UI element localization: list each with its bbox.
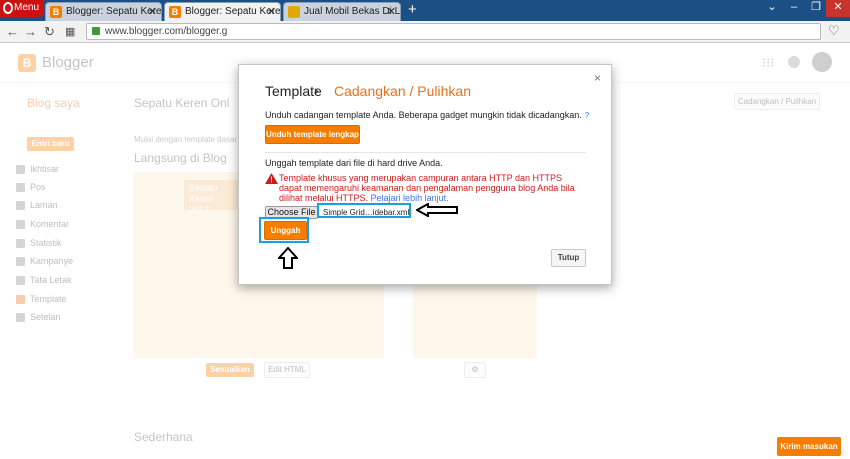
- blog-title: Sepatu Keren Onl: [134, 96, 230, 110]
- blogger-logo-icon: B: [18, 54, 36, 72]
- live-on-blog-label: Langsung di Blog: [134, 151, 227, 165]
- notifications-icon[interactable]: [788, 56, 800, 68]
- campaign-icon: [16, 257, 25, 266]
- opera-menu-button[interactable]: Menu: [0, 0, 44, 17]
- learn-more-link[interactable]: Pelajari lebih lanjut.: [371, 193, 449, 203]
- bookmark-heart-icon[interactable]: ♡: [828, 23, 840, 39]
- apps-grid-icon[interactable]: ⁝⁝⁝: [762, 55, 774, 71]
- pie-chart-icon: [16, 239, 25, 248]
- preview-blog-title: Sepatu Keren 2017: [184, 180, 244, 215]
- customize-button[interactable]: Sesuaikan: [206, 363, 254, 377]
- wrench-icon: [16, 313, 25, 322]
- page-icon: [16, 201, 25, 210]
- speed-dial-icon[interactable]: ▦: [65, 25, 75, 38]
- close-icon[interactable]: ×: [594, 71, 601, 85]
- sidebar-item-setelan[interactable]: Setelan: [16, 312, 61, 322]
- up-arrow-annotation-icon: [278, 247, 298, 269]
- intro-text: Mulai dengan template dasar: [134, 135, 238, 144]
- sidebar-item-pos[interactable]: Pos: [16, 182, 46, 192]
- close-tab-icon[interactable]: ✕: [267, 5, 276, 18]
- send-feedback-button[interactable]: Kirim masukan: [777, 437, 841, 456]
- warning-icon: [265, 173, 278, 184]
- sidebar-item-statistik[interactable]: Statistik: [16, 238, 62, 248]
- lock-icon: [92, 27, 100, 35]
- blogger-favicon-icon: B: [169, 6, 181, 18]
- header-backup-button[interactable]: Cadangkan / Pulihkan: [734, 93, 820, 110]
- minimize-icon[interactable]: –: [784, 0, 804, 17]
- upload-description: Unggah template dari file di hard drive …: [265, 158, 443, 168]
- close-window-icon[interactable]: ✕: [826, 0, 850, 17]
- url-input[interactable]: www.blogger.com/blogger.g: [86, 23, 821, 40]
- sidebar-item-template[interactable]: Template: [16, 294, 67, 304]
- close-tab-icon[interactable]: ✕: [387, 5, 396, 18]
- reload-icon[interactable]: ↻: [44, 24, 55, 40]
- browser-tab[interactable]: Jual Mobil Bekas Di Lampu ✕: [283, 2, 401, 21]
- tab-menu-icon[interactable]: ⌄: [762, 0, 782, 17]
- browser-tab[interactable]: B Blogger: Sepatu Keren Onl ✕: [45, 2, 162, 21]
- dialog-subtitle: Cadangkan / Pulihkan: [334, 83, 471, 99]
- opera-logo-icon: [3, 2, 13, 14]
- download-template-button[interactable]: Unduh template lengkap: [265, 125, 360, 144]
- new-tab-icon[interactable]: +: [408, 1, 417, 18]
- home-icon: [16, 165, 25, 174]
- page-favicon-icon: [288, 6, 300, 18]
- file-name-highlight-box: [317, 203, 411, 218]
- sidebar-item-tata-letak[interactable]: Tata Letak: [16, 275, 72, 285]
- avatar[interactable]: [812, 52, 832, 72]
- sidebar-item-komentar[interactable]: Komentar: [16, 219, 69, 229]
- left-arrow-annotation-icon: [416, 203, 458, 217]
- forward-arrow-icon[interactable]: →: [24, 24, 37, 39]
- browser-tab-active[interactable]: B Blogger: Sepatu Keren Onl ✕: [164, 2, 281, 21]
- address-bar-row: ← → ↻ ▦ www.blogger.com/blogger.g: [0, 21, 850, 43]
- backup-description: Unduh cadangan template Anda. Beberapa g…: [265, 110, 590, 120]
- maximize-icon[interactable]: ❐: [806, 0, 826, 17]
- edit-html-button[interactable]: Edit HTML: [264, 362, 310, 378]
- new-post-button[interactable]: Entri baru: [27, 137, 74, 151]
- close-dialog-button[interactable]: Tutup: [551, 249, 586, 267]
- back-arrow-icon[interactable]: ←: [6, 24, 19, 39]
- comment-icon: [16, 220, 25, 229]
- help-icon[interactable]: ?: [585, 111, 589, 120]
- template-icon: [16, 295, 25, 304]
- sidebar-item-laman[interactable]: Laman: [16, 200, 58, 210]
- layout-icon: [16, 276, 25, 285]
- sidebar-item-ikhtisar[interactable]: Ikhtisar: [16, 164, 59, 174]
- blogger-favicon-icon: B: [50, 6, 62, 18]
- blog-saya-link[interactable]: Blog saya: [27, 96, 80, 110]
- simple-section-label: Sederhana: [134, 430, 193, 444]
- close-tab-icon[interactable]: ✕: [148, 5, 157, 18]
- posts-icon: [16, 183, 25, 192]
- divider: [265, 152, 586, 153]
- mobile-settings-gear-icon[interactable]: ⚙: [464, 362, 486, 378]
- breadcrumb-separator: ›: [314, 82, 319, 98]
- mixed-content-warning: Template khusus yang merupakan campuran …: [279, 173, 575, 203]
- blogger-wordmark: Blogger: [42, 54, 94, 71]
- sidebar-item-kampanye[interactable]: Kampanye: [16, 256, 73, 266]
- upload-button-highlight-box: [259, 217, 309, 243]
